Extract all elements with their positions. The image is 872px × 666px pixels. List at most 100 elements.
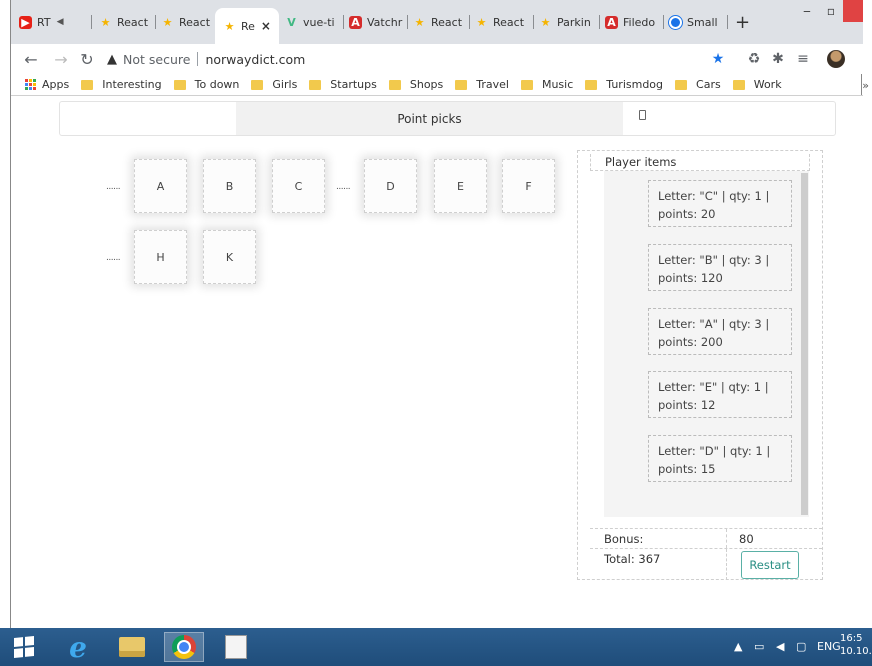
tab-separator [727, 15, 728, 29]
bookmark-folder[interactable]: Work [732, 78, 782, 91]
smallpdf-icon [669, 15, 682, 29]
player-item: Letter: "B" | qty: 3 | points: 120 [648, 244, 792, 291]
tray-overflow-icon[interactable]: ▲ [734, 640, 742, 653]
tab-point-picks[interactable]: Point picks [236, 102, 623, 135]
extensions-icon[interactable]: ✱ [769, 49, 787, 69]
item-points: points: 120 [658, 271, 723, 285]
forward-button[interactable]: → [51, 49, 71, 69]
tab-rt[interactable]: ▶ RT ◀ [15, 9, 85, 35]
tab-label: Re [241, 19, 255, 33]
bookmark-folder[interactable]: Startups [309, 78, 377, 91]
tab-react-4[interactable]: ★ React [471, 9, 531, 35]
bookmark-apps[interactable]: Apps [25, 78, 69, 91]
task-manager-icon [225, 635, 247, 659]
volume-icon[interactable]: ◀ [776, 640, 784, 653]
tab-react-1[interactable]: ★ React [95, 9, 153, 35]
clock[interactable]: 16:5 10.10.2 [840, 632, 872, 658]
browser-window: ▶ RT ◀ ★ React ★ React ★ Re × V vue-ti A… [10, 0, 869, 628]
language-indicator[interactable]: ENG [817, 640, 841, 653]
player-items-panel: Player items Letter: "C" | qty: 1 | poin… [577, 150, 823, 580]
recycle-extension-icon[interactable]: ♻ [745, 49, 763, 69]
new-tab-button[interactable]: + [735, 14, 750, 32]
back-button[interactable]: ← [21, 49, 41, 69]
bonus-value: 80 [739, 532, 754, 546]
divider [726, 549, 727, 580]
start-button[interactable] [4, 632, 44, 662]
bookmark-label: Turismdog [606, 78, 664, 91]
top-navigation: Point picks [59, 101, 836, 136]
tab-label: React [117, 15, 149, 29]
item-points: points: 20 [658, 207, 716, 221]
bookmark-folder[interactable]: Travel [455, 78, 509, 91]
tab-separator [155, 15, 156, 29]
minimize-button[interactable]: ‒ [795, 0, 819, 22]
bonus-label: Bonus: [604, 532, 644, 546]
reload-button[interactable]: ↻ [77, 49, 97, 69]
address-bar[interactable]: ▲ Not secure norwaydict.com [107, 48, 727, 70]
star-icon: ★ [414, 15, 425, 29]
star-icon: ★ [224, 19, 235, 33]
bookmark-star-icon[interactable]: ★ [709, 49, 727, 69]
tab-filedo[interactable]: A Filedo [601, 9, 661, 35]
letter-card[interactable]: F [502, 159, 555, 213]
letter-card[interactable]: C [272, 159, 325, 213]
bookmark-folder[interactable]: Cars [675, 78, 721, 91]
item-line: Letter: "B" | qty: 3 | [658, 253, 770, 267]
windows-logo-icon [14, 635, 34, 659]
star-icon: ★ [476, 15, 487, 29]
maximize-button[interactable]: ▫ [819, 0, 843, 22]
tab-strip: ▶ RT ◀ ★ React ★ React ★ Re × V vue-ti A… [11, 0, 863, 44]
folder-icon [455, 79, 468, 90]
tab-separator [533, 15, 534, 29]
network-icon[interactable]: ▭ [754, 640, 764, 653]
tab-label: React [431, 15, 463, 29]
avatar[interactable] [827, 50, 845, 68]
page-content: Point picks ...... A B C ...... D E F ..… [11, 96, 863, 628]
letter-card[interactable]: H [134, 230, 187, 284]
letter-card[interactable]: K [203, 230, 256, 284]
folder-icon [675, 79, 688, 90]
taskbar-chrome[interactable] [164, 632, 204, 662]
bookmark-folder[interactable]: Interesting [81, 78, 162, 91]
bookmarks-overflow-button[interactable]: » [862, 79, 869, 92]
tab-small[interactable]: Small [665, 9, 725, 35]
tab-vatchr[interactable]: A Vatchr [345, 9, 405, 35]
bookmark-label: Travel [476, 78, 509, 91]
tab-parking[interactable]: ★ Parkin [535, 9, 597, 35]
taskbar-ie[interactable]: e [58, 630, 98, 664]
tab-react-2[interactable]: ★ React [157, 9, 213, 35]
bonus-row: Bonus: 80 [590, 528, 822, 548]
tab-vue[interactable]: V vue-ti [281, 9, 341, 35]
action-center-icon[interactable]: ▢ [796, 640, 806, 653]
bookmark-folder[interactable]: Turismdog [585, 78, 663, 91]
player-item: Letter: "A" | qty: 3 | points: 200 [648, 308, 792, 355]
taskbar-explorer[interactable] [112, 632, 152, 662]
bookmark-folder[interactable]: Girls [251, 78, 297, 91]
folder-icon [732, 79, 745, 90]
bookmark-label: Interesting [102, 78, 162, 91]
phone-icon[interactable] [639, 110, 646, 120]
restart-button[interactable]: Restart [741, 551, 799, 579]
tab-react-3[interactable]: ★ React [409, 9, 467, 35]
folder-icon [388, 79, 401, 90]
tab-close-icon[interactable]: × [261, 19, 271, 33]
item-line: Letter: "C" | qty: 1 | [658, 189, 770, 203]
taskbar-task-manager[interactable] [216, 632, 256, 662]
letter-card[interactable]: B [203, 159, 256, 213]
bookmark-label: Music [541, 78, 574, 91]
letter-card[interactable]: E [434, 159, 487, 213]
internet-explorer-icon: e [69, 630, 87, 664]
angular-icon: A [605, 15, 618, 29]
bookmark-folder[interactable]: Shops [388, 78, 443, 91]
audio-icon: ◀ [56, 17, 64, 27]
tab-active[interactable]: ★ Re × [215, 8, 279, 44]
bookmark-folder[interactable]: To down [173, 78, 239, 91]
close-window-button[interactable] [843, 0, 863, 22]
bookmark-folder[interactable]: Music [520, 78, 574, 91]
letter-card[interactable]: D [364, 159, 417, 213]
screen: ▶ RT ◀ ★ React ★ React ★ Re × V vue-ti A… [0, 0, 872, 666]
letter-card[interactable]: A [134, 159, 187, 213]
reading-list-icon[interactable]: ≡ [794, 49, 812, 69]
scrollbar[interactable] [801, 173, 808, 515]
clock-date: 10.10.2 [840, 646, 872, 657]
